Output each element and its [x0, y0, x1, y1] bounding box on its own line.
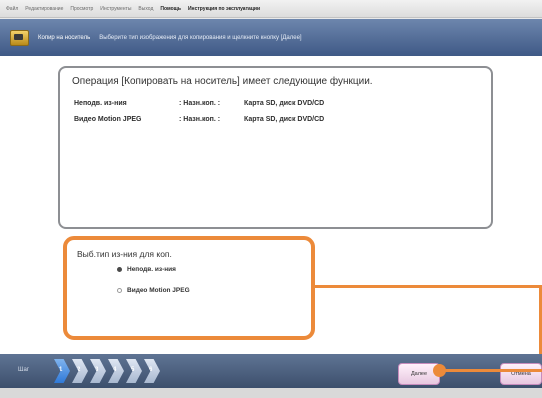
image-type-panel: Выб.тип из-ния для коп. Неподв. из-ния В…	[63, 236, 315, 340]
step-1: 1	[54, 359, 70, 383]
annotation-callout-line	[315, 285, 542, 288]
function-info-heading: Операция [Копировать на носитель] имеет …	[72, 76, 373, 87]
step-number: 1	[59, 367, 63, 373]
step-number: 5	[131, 367, 135, 373]
step-number: 4	[113, 367, 117, 373]
menu-view[interactable]: Просмотр	[70, 6, 93, 12]
status-bar	[0, 388, 542, 398]
image-type-heading: Выб.тип из-ния для коп.	[77, 249, 172, 259]
info-row-target: Карта SD, диск DVD/CD	[244, 116, 325, 123]
info-row-type: Видео Motion JPEG	[74, 116, 142, 123]
cancel-button[interactable]: Отмена	[500, 363, 542, 385]
step-5: 5	[126, 359, 142, 383]
info-row-target: Карта SD, диск DVD/CD	[244, 100, 325, 107]
title-bar: Копир на носитель Выберите тип изображен…	[0, 19, 542, 56]
step-2: 2	[72, 359, 88, 383]
step-number: 2	[77, 367, 81, 373]
info-row-label: : Назн.коп. :	[179, 116, 221, 123]
annotation-pointer-line	[440, 369, 542, 372]
option-motion-jpeg-label: Видео Motion JPEG	[127, 287, 190, 294]
radio-motion-jpeg[interactable]	[117, 288, 122, 293]
step-number: 3	[95, 367, 99, 373]
menu-file[interactable]: Файл	[6, 6, 18, 12]
step-label: Шаг	[18, 367, 30, 373]
menu-bar: Файл Редактирование Просмотр Инструменты…	[0, 0, 542, 18]
menu-edit[interactable]: Редактирование	[25, 6, 63, 12]
option-still-image-label: Неподв. из-ния	[127, 266, 176, 273]
menu-manual[interactable]: Инструкция по эксплуатации	[188, 6, 260, 12]
menu-exit[interactable]: Выход	[138, 6, 153, 12]
option-motion-jpeg[interactable]: Видео Motion JPEG	[117, 287, 190, 294]
menu-tools[interactable]: Инструменты	[100, 6, 131, 12]
annotation-pointer-dot	[433, 364, 446, 377]
step-number: 6	[149, 367, 153, 373]
step-4: 4	[108, 359, 124, 383]
instruction-text: Выберите тип изображения для копирования…	[99, 34, 302, 41]
copy-media-icon	[10, 29, 29, 46]
window-title: Копир на носитель	[38, 34, 91, 41]
info-row-type: Неподв. из-ния	[74, 100, 127, 107]
radio-still-image[interactable]	[117, 267, 122, 272]
option-still-image[interactable]: Неподв. из-ния	[117, 266, 176, 273]
step-6: 6	[144, 359, 160, 383]
step-3: 3	[90, 359, 106, 383]
info-row-label: : Назн.коп. :	[179, 100, 221, 107]
next-button-label: Далее	[410, 371, 428, 377]
menu-help[interactable]: Помощь	[160, 6, 181, 12]
function-info-panel: Операция [Копировать на носитель] имеет …	[58, 66, 493, 229]
